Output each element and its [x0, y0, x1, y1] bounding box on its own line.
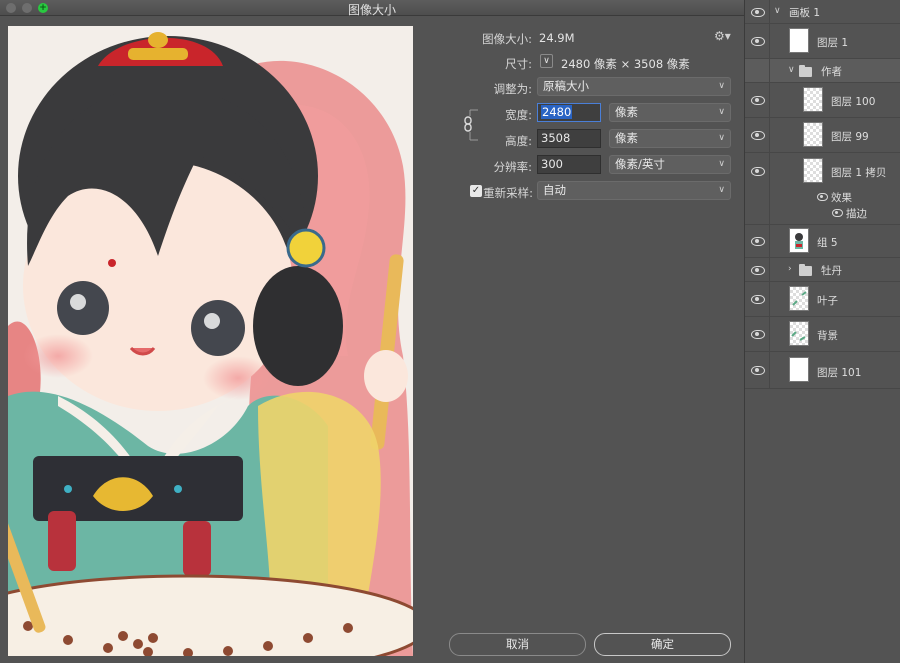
fit-to-select[interactable]: 原稿大小 ∨: [537, 77, 731, 96]
visibility-eye-icon[interactable]: [751, 95, 765, 105]
dimensions-label: 尺寸:: [505, 57, 532, 71]
dimensions-value: 2480 像素 × 3508 像素: [561, 57, 690, 71]
layer-row[interactable]: 图层 1 拷贝 效果 描边: [745, 153, 900, 225]
chevron-down-icon: ∨: [718, 133, 725, 143]
resolution-input[interactable]: 300: [537, 155, 601, 174]
chevron-right-icon[interactable]: ›: [788, 264, 792, 274]
visibility-eye-icon[interactable]: [751, 130, 765, 140]
visibility-eye-icon[interactable]: [751, 7, 765, 17]
height-value: 3508: [541, 131, 571, 145]
visibility-eye-icon[interactable]: [751, 236, 765, 246]
chevron-down-icon: ∨: [718, 185, 725, 195]
height-label: 高度:: [505, 134, 532, 148]
height-input[interactable]: 3508: [537, 129, 601, 148]
layer-thumbnail: [789, 357, 809, 382]
layer-thumbnail: [789, 228, 809, 253]
fit-to-label: 调整为:: [493, 82, 532, 96]
chevron-down-icon: ∨: [718, 81, 725, 91]
image-preview[interactable]: [8, 26, 413, 656]
layer-thumbnail: [789, 321, 809, 346]
resolution-unit-value: 像素/英寸: [615, 157, 665, 171]
stroke-eye-icon[interactable]: [832, 209, 843, 217]
visibility-eye-icon[interactable]: [751, 166, 765, 176]
preview-illustration: [8, 26, 413, 656]
layer-name: 图层 1: [817, 37, 849, 49]
layer-group-row[interactable]: ∨ 作者: [745, 59, 900, 83]
ok-button[interactable]: 确定: [594, 633, 731, 656]
layer-name: 画板 1: [789, 7, 821, 19]
layer-name: 组 5: [817, 237, 838, 249]
layer-thumbnail: [803, 158, 823, 183]
width-value: 2480: [541, 105, 573, 119]
layer-thumbnail: [803, 87, 823, 112]
stroke-effect-label: 描边: [846, 208, 867, 220]
folder-icon: [799, 264, 812, 276]
layer-name: 图层 99: [831, 131, 869, 143]
chevron-down-icon: ∨: [718, 159, 725, 169]
fit-to-value: 原稿大小: [543, 79, 589, 93]
resolution-value: 300: [541, 157, 563, 171]
resolution-unit-select[interactable]: 像素/英寸 ∨: [609, 155, 731, 174]
layer-name: 图层 100: [831, 96, 876, 108]
image-size-dialog: + 图像大小 图像大小: 24.9M ⚙▾ 尺寸: ∨ 2480 像素 × 35…: [0, 0, 744, 663]
layer-name: 牡丹: [821, 265, 842, 277]
layer-thumbnail: [789, 286, 809, 311]
layer-group-row[interactable]: › 牡丹: [745, 258, 900, 282]
layer-thumbnail: [803, 122, 823, 147]
cancel-button[interactable]: 取消: [449, 633, 586, 656]
layer-row[interactable]: 图层 101: [745, 352, 900, 389]
resample-label: 重新采样:: [483, 186, 533, 200]
title-bar: + 图像大小: [0, 0, 744, 17]
width-unit-select[interactable]: 像素 ∨: [609, 103, 731, 122]
layer-name: 图层 1 拷贝: [831, 167, 887, 179]
layer-thumbnail: [789, 28, 809, 53]
effects-label: 效果: [831, 192, 852, 204]
height-unit-select[interactable]: 像素 ∨: [609, 129, 731, 148]
layers-panel: ∨ 画板 1 图层 1 ∨ 作者 图层 100 图层 99 图层 1 拷贝 效果…: [744, 0, 900, 663]
visibility-eye-icon[interactable]: [751, 294, 765, 304]
folder-icon: [799, 65, 812, 77]
image-size-label: 图像大小:: [482, 32, 532, 46]
width-input[interactable]: 2480: [537, 103, 601, 122]
visibility-eye-icon[interactable]: [751, 365, 765, 375]
layer-row[interactable]: 背景: [745, 317, 900, 352]
dialog-title: 图像大小: [347, 3, 396, 17]
chevron-down-icon: ∨: [718, 107, 725, 117]
width-unit-value: 像素: [615, 105, 638, 119]
layer-row[interactable]: 图层 1: [745, 24, 900, 59]
chevron-down-icon[interactable]: ∨: [788, 65, 795, 75]
layer-row[interactable]: 图层 100: [745, 83, 900, 118]
layer-row[interactable]: 图层 99: [745, 118, 900, 153]
dimensions-toggle-chevron-down-icon[interactable]: ∨: [540, 54, 553, 68]
layer-row[interactable]: 组 5: [745, 225, 900, 258]
resample-select[interactable]: 自动 ∨: [537, 181, 731, 200]
layer-row-artboard[interactable]: ∨ 画板 1: [745, 0, 900, 24]
layer-name: 叶子: [817, 295, 838, 307]
image-size-value: 24.9M: [539, 31, 575, 45]
width-label: 宽度:: [505, 108, 532, 122]
chevron-down-icon[interactable]: ∨: [774, 6, 781, 16]
resample-value: 自动: [543, 183, 566, 197]
layer-name: 图层 101: [817, 367, 862, 379]
visibility-eye-icon[interactable]: [751, 36, 765, 46]
layer-name: 作者: [821, 66, 842, 78]
layer-row[interactable]: 叶子: [745, 282, 900, 317]
resolution-label: 分辨率:: [493, 160, 532, 174]
photoshop-window: + 图像大小 图像大小: 24.9M ⚙▾ 尺寸: ∨ 2480 像素 × 35…: [0, 0, 900, 663]
height-unit-value: 像素: [615, 131, 638, 145]
visibility-eye-icon[interactable]: [751, 265, 765, 275]
gear-icon[interactable]: ⚙▾: [714, 29, 731, 43]
layer-name: 背景: [817, 330, 838, 342]
effects-eye-icon[interactable]: [817, 193, 828, 201]
visibility-eye-icon[interactable]: [751, 329, 765, 339]
